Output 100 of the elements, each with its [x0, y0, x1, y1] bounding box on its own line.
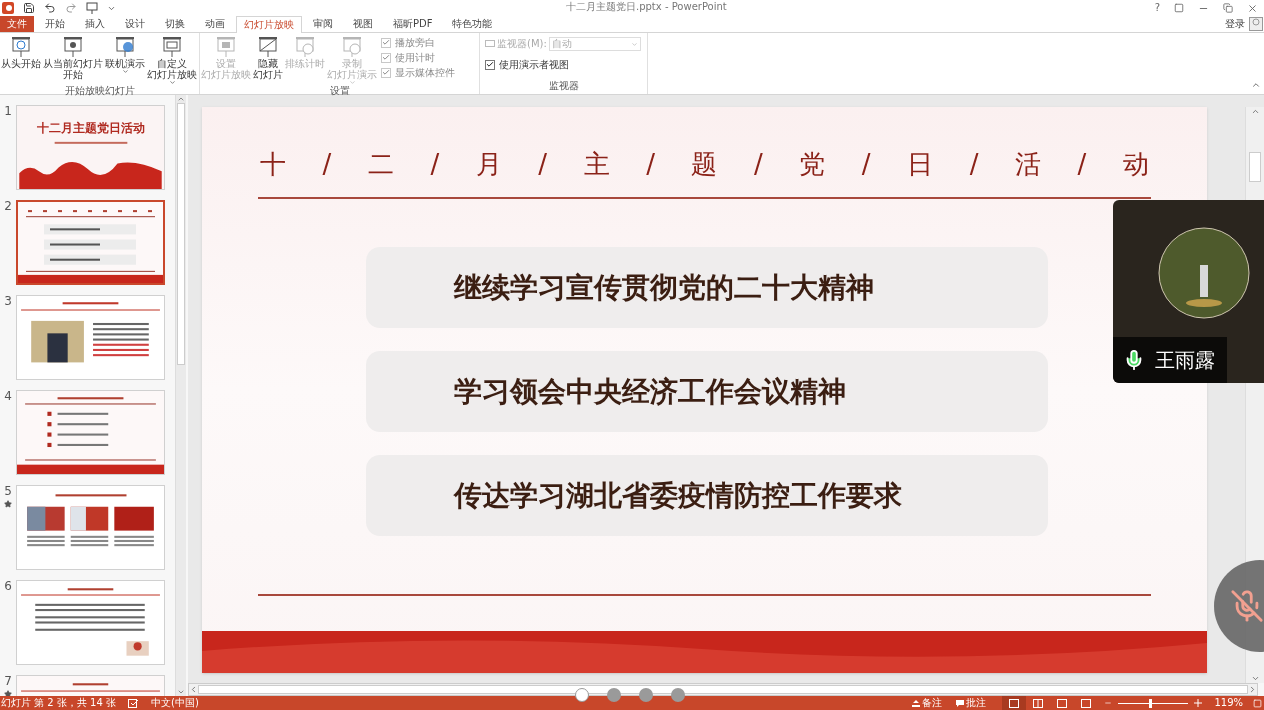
slide-title-character: 题	[691, 151, 718, 177]
dropdown-caret-icon	[630, 40, 638, 48]
ribbon-tab[interactable]: 审阅	[304, 16, 342, 32]
slideshow-icon	[340, 36, 364, 58]
ribbon-tab[interactable]: 开始	[36, 16, 74, 32]
thumbnail-scrollbar[interactable]	[175, 95, 186, 696]
slideshow-icon	[214, 36, 238, 58]
scroll-right-icon[interactable]	[1248, 685, 1257, 694]
collapse-ribbon-icon[interactable]	[1251, 80, 1261, 90]
dropdown-caret-icon	[121, 68, 129, 75]
zoom-level[interactable]: 119%	[1214, 698, 1243, 708]
slide-title-character: /	[754, 151, 763, 177]
ribbon-button[interactable]: 联机演示	[105, 36, 145, 75]
slide-title-character: /	[861, 151, 871, 177]
slide-title-character: /	[538, 151, 548, 177]
slide-title-character: 主	[583, 151, 610, 177]
notes-icon	[912, 699, 921, 707]
ribbon-button[interactable]: 从头开始	[1, 36, 41, 69]
sign-in-link[interactable]: 登录	[1225, 19, 1245, 29]
agenda-item: 传达学习湖北省委疫情防控工作要求	[366, 455, 1048, 536]
slide-title-character: 日	[907, 151, 934, 177]
close-icon[interactable]	[1247, 2, 1258, 14]
language-indicator[interactable]: 中文(中国)	[151, 698, 199, 708]
ribbon-button[interactable]: 自定义 幻灯片放映	[147, 36, 197, 86]
ribbon-tab[interactable]: 特色功能	[443, 16, 502, 32]
notes-button[interactable]: 备注	[912, 698, 943, 708]
ribbon-tab[interactable]: 动画	[196, 16, 234, 32]
checkbox-label: 使用演示者视图	[499, 59, 569, 70]
scroll-up-icon[interactable]	[1250, 107, 1260, 116]
ribbon-tab[interactable]: 设计	[116, 16, 154, 32]
ribbon-tab[interactable]: 福昕PDF	[384, 16, 442, 32]
view-icon	[1009, 698, 1020, 708]
slideshow-icon	[160, 36, 184, 58]
ribbon-tab[interactable]: 文件	[0, 16, 34, 32]
monitor-icon	[485, 39, 495, 49]
ribbon-tab[interactable]: 切换	[156, 16, 194, 32]
zoom-thumb[interactable]	[1148, 698, 1152, 708]
slide-number: 6	[4, 580, 12, 593]
scroll-down-icon[interactable]	[1250, 674, 1260, 683]
slide-number: 2	[4, 200, 12, 213]
group-label: 开始放映幻灯片	[63, 86, 136, 98]
group-label: 监视器	[547, 81, 580, 93]
undo-icon[interactable]	[44, 2, 56, 14]
slide-title-character: 二	[367, 151, 394, 177]
help-button[interactable]: ?	[1154, 3, 1160, 13]
fit-slide-icon[interactable]	[1253, 698, 1262, 708]
ribbon-button[interactable]: 隐藏 幻灯片	[253, 36, 283, 80]
scroll-thumb[interactable]	[177, 103, 185, 365]
view-icon	[1057, 698, 1068, 708]
checkbox-label: 播放旁白	[395, 37, 435, 48]
user-avatar-icon[interactable]	[1249, 17, 1263, 31]
slide-title-character: /	[430, 151, 440, 177]
scroll-up-icon[interactable]	[177, 95, 185, 103]
slide-number: 7	[4, 675, 12, 688]
ribbon-tab[interactable]: 插入	[76, 16, 114, 32]
ribbon-button[interactable]: 从当前幻灯片 开始	[43, 36, 103, 80]
scroll-down-icon[interactable]	[177, 688, 185, 696]
slide-title-character: 活	[1015, 151, 1041, 177]
slide-thumbnail[interactable]: 十二月主题党日活动	[16, 105, 165, 190]
restore-icon[interactable]	[1223, 3, 1233, 13]
window-title: 十二月主题党日.pptx - PowerPoint	[566, 2, 727, 12]
ribbon-tab[interactable]: 视图	[344, 16, 382, 32]
slide-thumbnail[interactable]	[16, 200, 165, 285]
agenda-item: 学习领会中央经济工作会议精神	[366, 351, 1048, 432]
save-icon[interactable]	[23, 2, 35, 14]
dropdown-caret-icon	[168, 79, 176, 86]
ribbon-display-icon[interactable]	[1174, 3, 1184, 13]
slide-number: 5	[4, 485, 12, 498]
slideshow-icon	[61, 36, 85, 58]
slide-title-character: 十	[260, 151, 286, 177]
monitor-label: 监视器(M):	[497, 39, 547, 49]
slideshow-icon	[293, 36, 317, 58]
slide-title-character: 月	[475, 151, 502, 177]
zoom-in-icon[interactable]	[1194, 699, 1203, 707]
zoom-slider[interactable]	[1118, 698, 1189, 708]
comments-button[interactable]: 批注	[956, 698, 987, 708]
checkbox-label: 使用计时	[395, 52, 435, 63]
slide-title-character: 党	[799, 151, 826, 177]
scroll-thumb[interactable]	[198, 685, 1248, 694]
slide-title-character: /	[322, 151, 332, 177]
view-icon	[1033, 698, 1044, 708]
horizontal-scrollbar[interactable]	[188, 683, 1258, 696]
slide-count: 幻灯片 第 2 张，共 14 张	[1, 698, 116, 708]
muted-mic-icon	[1230, 589, 1264, 623]
ribbon-tab[interactable]: 幻灯片放映	[236, 16, 302, 33]
slide-number: 1	[4, 105, 12, 118]
scroll-left-icon[interactable]	[189, 685, 198, 694]
view-button[interactable]	[1002, 696, 1027, 710]
participant-name: 王雨露	[1155, 350, 1215, 370]
redo-icon[interactable]	[65, 2, 77, 14]
checkbox[interactable]	[485, 59, 495, 70]
scroll-thumb[interactable]	[1249, 152, 1261, 182]
comment-icon	[956, 699, 965, 707]
presenter-icon[interactable]	[86, 2, 98, 14]
slide-title-character: 动	[1122, 151, 1149, 177]
checkbox-label: 显示媒体控件	[395, 67, 455, 78]
thumbnail-title: 十二月主题党日活动	[36, 122, 145, 134]
spellcheck-icon[interactable]	[128, 698, 139, 708]
slideshow-icon	[256, 36, 280, 58]
group-label: 设置	[328, 86, 351, 98]
